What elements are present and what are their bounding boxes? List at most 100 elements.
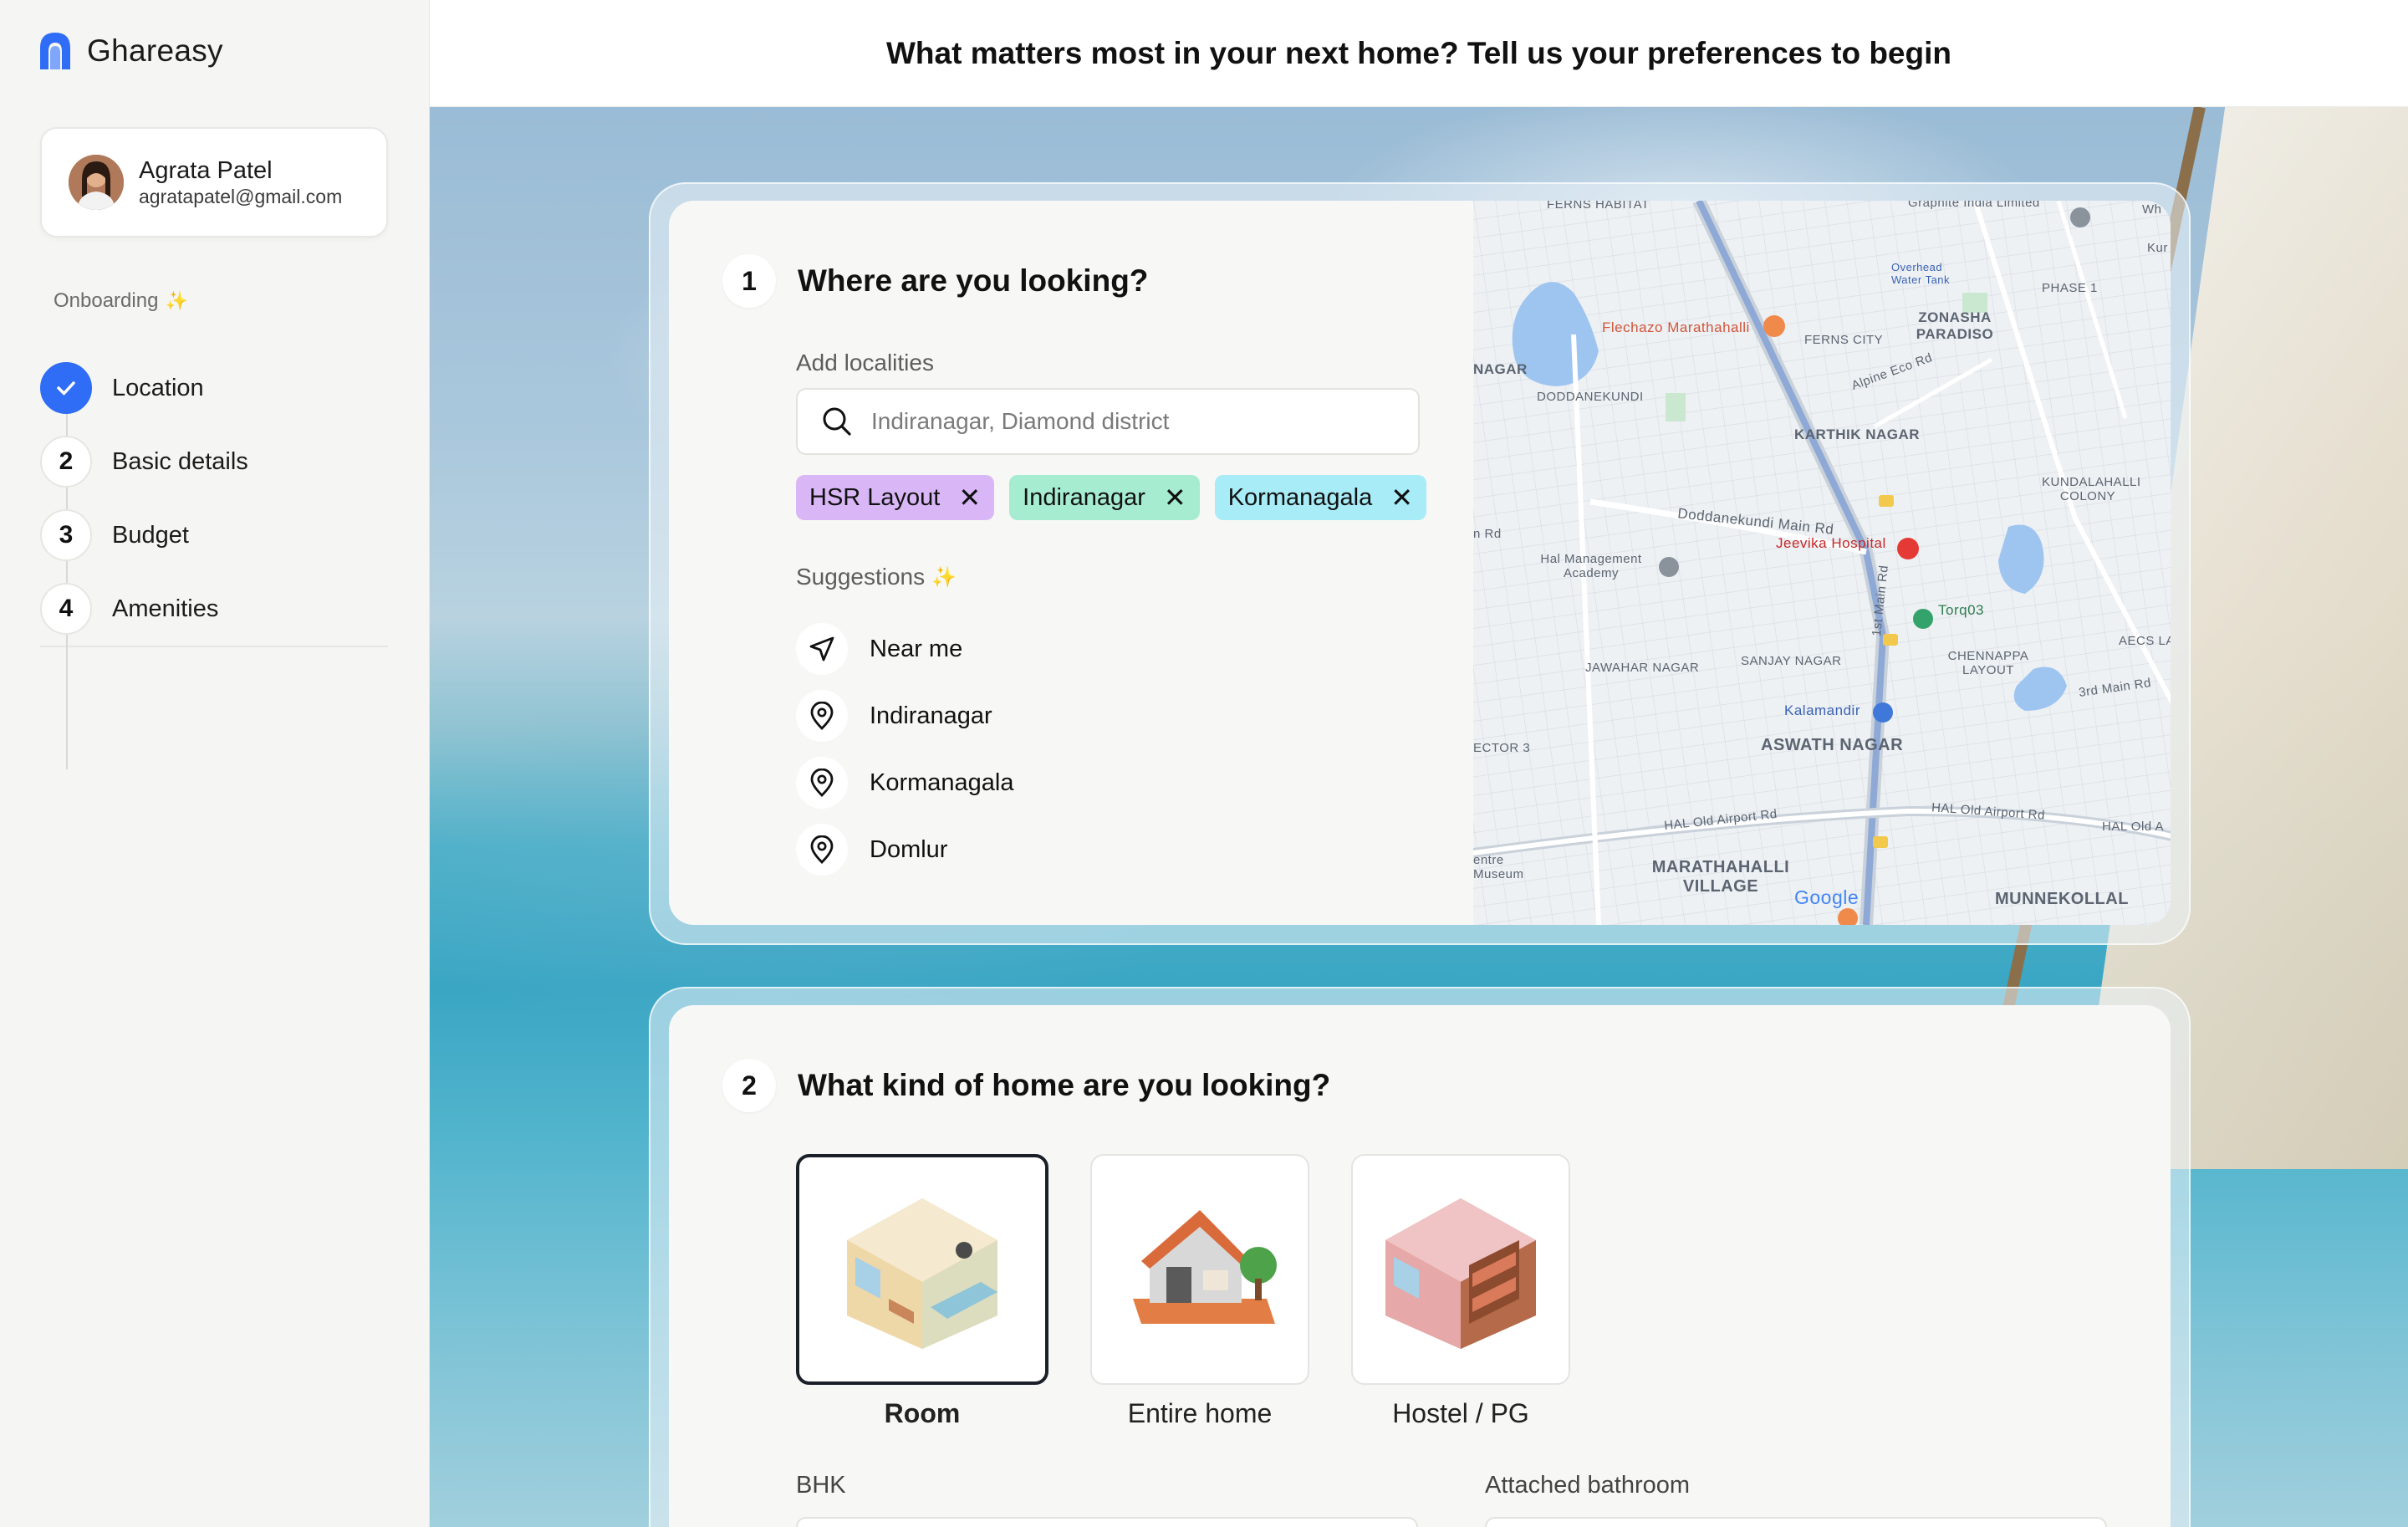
close-icon[interactable]: ✕ xyxy=(1164,484,1186,511)
chip-kormanagala[interactable]: Kormanagala ✕ xyxy=(1214,475,1427,520)
map-label: KUNDALAHALLI COLONY xyxy=(2042,475,2141,503)
suggestion-indiranagar[interactable]: Indiranagar xyxy=(796,682,1014,749)
chip-hsr-layout[interactable]: HSR Layout ✕ xyxy=(796,475,995,520)
attached-bathroom-label: Attached bathroom xyxy=(1485,1472,1691,1499)
step-budget[interactable]: 3 Budget xyxy=(40,498,388,572)
brand[interactable]: Ghareasy xyxy=(38,30,223,72)
step-number: 4 xyxy=(40,583,92,635)
navigation-arrow-icon xyxy=(796,623,848,675)
suggestion-near-me[interactable]: Near me xyxy=(796,615,1014,682)
map-label: Flechazo Marathahalli xyxy=(1602,319,1750,335)
onboarding-label: Onboarding ✨ xyxy=(54,289,188,312)
suggestion-label: Indiranagar xyxy=(870,702,992,729)
option-label: Hostel / PG xyxy=(1392,1398,1529,1428)
question-2-header: 2 What kind of home are you looking? xyxy=(722,1059,1330,1112)
map-label: Kur xyxy=(2147,241,2168,255)
attached-bathroom-field[interactable] xyxy=(1485,1517,2107,1527)
map-label: SANJAY NAGAR xyxy=(1741,654,1842,668)
map-label: FERNS HABITAT xyxy=(1547,201,1650,212)
chip-label: Indiranagar xyxy=(1023,483,1145,511)
page-header: What matters most in your next home? Tel… xyxy=(430,0,2408,107)
map-label: AECS LA xyxy=(2119,634,2171,648)
option-hostel-pg[interactable]: Hostel / PG xyxy=(1351,1154,1570,1429)
add-localities-label: Add localities xyxy=(796,350,934,375)
map-label: Torq03 xyxy=(1938,602,1984,618)
brand-name: Ghareasy xyxy=(87,33,223,68)
user-email: agratapatel@gmail.com xyxy=(139,186,343,207)
question-number: 2 xyxy=(722,1059,776,1112)
map-label: DODDANEKUNDI xyxy=(1537,390,1644,404)
chip-label: Kormanagala xyxy=(1227,483,1373,511)
map-label: CHENNAPPA LAYOUT xyxy=(1947,649,2029,677)
question-title: What kind of home are you looking? xyxy=(798,1068,1331,1102)
option-tile[interactable] xyxy=(1351,1154,1570,1385)
map-label: MUNNEKOLLAL xyxy=(1995,890,2129,908)
question-number: 1 xyxy=(722,254,776,308)
bhk-label: BHK xyxy=(796,1472,846,1499)
user-card[interactable]: Agrata Patel agratapatel@gmail.com xyxy=(40,127,388,237)
map-label: MARATHAHALLI VILLAGE xyxy=(1651,858,1790,896)
step-label: Budget xyxy=(112,521,189,549)
check-icon xyxy=(57,381,75,396)
step-label: Basic details xyxy=(112,447,248,475)
question-1-header: 1 Where are you looking? xyxy=(722,254,1148,308)
step-number: 3 xyxy=(40,509,92,561)
option-tile[interactable] xyxy=(1090,1154,1309,1385)
avatar xyxy=(69,155,124,210)
chip-label: HSR Layout xyxy=(809,483,941,511)
sidebar-divider xyxy=(40,646,388,647)
step-label: Location xyxy=(112,374,204,401)
map-pin-icon xyxy=(796,824,848,876)
sidebar: Ghareasy Agrata Patel agratapatel@gmail.… xyxy=(0,0,430,1527)
close-icon[interactable]: ✕ xyxy=(1390,484,1413,511)
suggestion-label: Near me xyxy=(870,635,963,662)
suggestion-domlur[interactable]: Domlur xyxy=(796,816,1014,883)
step-amenities[interactable]: 4 Amenities xyxy=(40,572,388,646)
house-illustration-icon xyxy=(1133,1210,1277,1324)
map-pin-icon xyxy=(796,757,848,809)
step-done-badge xyxy=(40,362,92,414)
map-label: ASWATH NAGAR xyxy=(1761,736,1904,754)
option-label: Room xyxy=(884,1398,961,1428)
page-title: What matters most in your next home? Tel… xyxy=(886,35,1951,70)
locality-map[interactable]: FERNS HABITAT Graphite India Limited Wh … xyxy=(1473,201,2171,925)
suggestion-kormanagala[interactable]: Kormanagala xyxy=(796,749,1014,816)
map-label: ECTOR 3 xyxy=(1473,741,1531,755)
hostel-illustration-icon xyxy=(1385,1198,1536,1349)
option-tile[interactable] xyxy=(796,1154,1048,1385)
bhk-field[interactable] xyxy=(796,1517,1418,1527)
search-icon xyxy=(823,407,851,436)
map-label: Graphite India Limited xyxy=(1908,201,2040,210)
map-label: ZONASHA PARADISO xyxy=(1916,309,1994,342)
map-label: JAWAHAR NAGAR xyxy=(1585,661,1700,675)
sparkle-icon: ✨ xyxy=(165,290,188,311)
map-label: NAGAR xyxy=(1473,361,1528,377)
step-location[interactable]: Location xyxy=(40,351,388,425)
home-type-options: Room Entire home Hostel / PG xyxy=(796,1154,1570,1429)
ghareasy-logo-icon xyxy=(40,33,70,69)
sparkle-icon: ✨ xyxy=(931,565,957,589)
option-label: Entire home xyxy=(1127,1398,1273,1428)
map-label: Overhead Water Tank xyxy=(1891,261,1951,286)
suggestion-label: Kormanagala xyxy=(870,769,1014,796)
option-room[interactable]: Room xyxy=(796,1154,1048,1429)
map-pin-icon xyxy=(796,690,848,742)
suggestion-label: Domlur xyxy=(870,835,948,863)
onboarding-steps: Location 2 Basic details 3 Budget 4 Amen… xyxy=(40,351,388,769)
step-basic-details[interactable]: 2 Basic details xyxy=(40,425,388,498)
option-entire-home[interactable]: Entire home xyxy=(1090,1154,1309,1429)
chip-indiranagar[interactable]: Indiranagar ✕ xyxy=(1009,475,1200,520)
room-illustration-icon xyxy=(847,1198,997,1349)
map-label: Jeevika Hospital xyxy=(1776,535,1886,551)
suggestions-label: Suggestions ✨ xyxy=(796,564,957,590)
map-label: n Rd xyxy=(1473,527,1502,541)
location-card: 1 Where are you looking? Add localities … xyxy=(669,201,2171,925)
question-title: Where are you looking? xyxy=(798,263,1149,298)
close-icon[interactable]: ✕ xyxy=(958,484,981,511)
search-input[interactable] xyxy=(871,408,1390,435)
locality-search[interactable] xyxy=(796,388,1420,455)
map-label: entre Museum xyxy=(1473,853,1524,881)
google-logo: Google xyxy=(1794,886,1860,908)
suggestion-list: Near me Indiranagar Kormanagala Domlur xyxy=(796,615,1014,883)
map-label: PHASE 1 xyxy=(2042,281,2098,295)
